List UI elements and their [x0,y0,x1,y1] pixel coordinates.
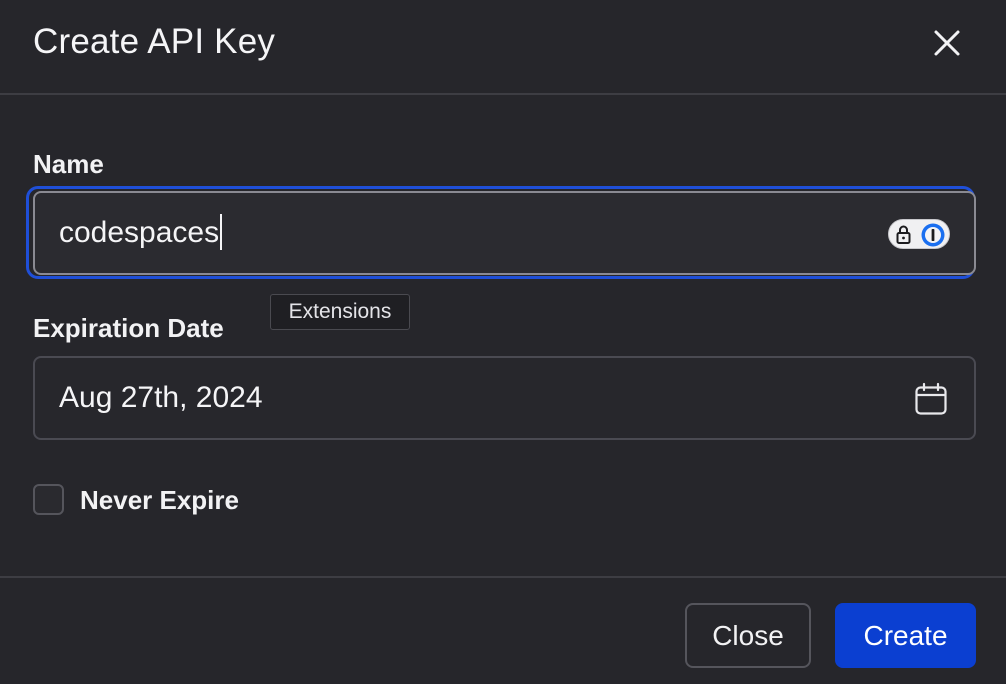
never-expire-checkbox[interactable] [33,484,64,515]
close-icon[interactable] [930,26,964,60]
text-caret [220,214,223,251]
dialog-header: Create API Key [0,0,1006,95]
expiration-date-value: Aug 27th, 2024 [59,381,263,414]
name-label: Name [33,149,104,179]
calendar-icon[interactable] [914,382,948,416]
never-expire-label[interactable]: Never Expire [80,484,239,516]
close-button[interactable]: Close [685,603,811,668]
expiration-date-label: Expiration Date [33,313,224,343]
dialog-title: Create API Key [33,22,276,61]
create-api-key-dialog: Create API Key Name codespaces Extension… [0,0,1006,684]
create-button[interactable]: Create [835,603,976,668]
password-manager-icon[interactable] [888,219,950,249]
name-field[interactable]: codespaces [26,186,976,279]
name-input[interactable]: codespaces [33,191,976,275]
footer-divider [0,576,1006,578]
extensions-tooltip: Extensions [270,294,410,330]
name-input-value: codespaces [59,216,220,249]
expiration-date-picker[interactable]: Aug 27th, 2024 [33,356,976,440]
